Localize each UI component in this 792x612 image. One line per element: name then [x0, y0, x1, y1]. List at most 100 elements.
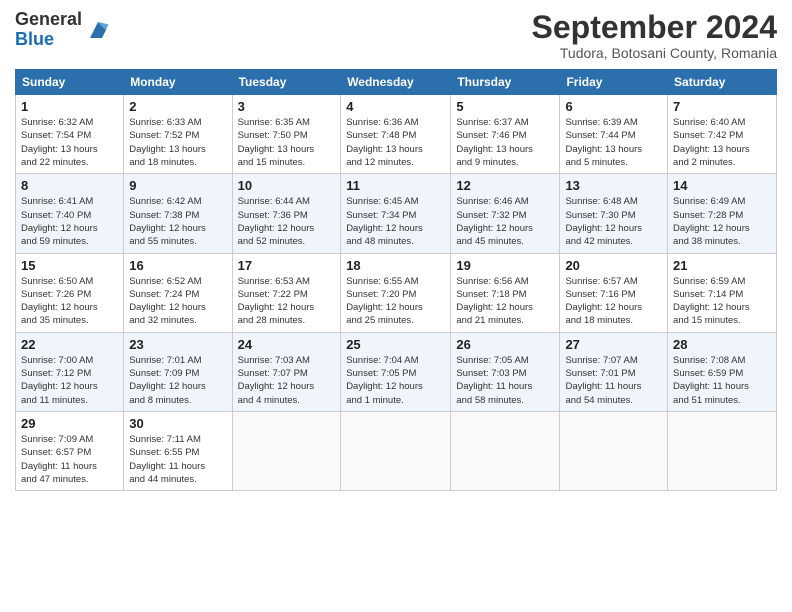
day-number: 20 — [565, 258, 662, 273]
calendar-cell: 15Sunrise: 6:50 AM Sunset: 7:26 PM Dayli… — [16, 253, 124, 332]
day-number: 13 — [565, 178, 662, 193]
day-info: Sunrise: 7:04 AM Sunset: 7:05 PM Dayligh… — [346, 354, 445, 407]
page-container: General Blue September 2024 Tudora, Boto… — [0, 0, 792, 496]
calendar-cell: 16 Sunrise: 6:52 AM Sunset: 7:24 PM Dayli… — [124, 253, 232, 332]
day-number: 17 — [238, 258, 336, 273]
day-info: Sunrise: 6:40 AM Sunset: 7:42 PM Dayligh… — [673, 116, 771, 169]
day-info: Sunrise: 7:00 AM Sunset: 7:12 PM Dayligh… — [21, 354, 118, 407]
day-info: Sunrise: 6:53 AM Sunset: 7:22 PM Dayligh… — [238, 275, 336, 328]
day-info: Sunrise: 7:11 AM Sunset: 6:55 PM Dayligh… — [129, 433, 226, 486]
calendar-cell: 27 Sunrise: 7:07 AM Sunset: 7:01 PM Dayli… — [560, 332, 668, 411]
calendar-cell: 10Sunrise: 6:44 AM Sunset: 7:36 PM Dayli… — [232, 174, 341, 253]
day-info: Sunrise: 6:36 AM Sunset: 7:48 PM Dayligh… — [346, 116, 445, 169]
day-number: 26 — [456, 337, 554, 352]
location: Tudora, Botosani County, Romania — [532, 45, 777, 61]
calendar-cell: 20 Sunrise: 6:57 AM Sunset: 7:16 PM Dayli… — [560, 253, 668, 332]
logo-icon — [86, 18, 110, 42]
calendar-cell: 22 Sunrise: 7:00 AM Sunset: 7:12 PM Dayli… — [16, 332, 124, 411]
day-info: Sunrise: 6:45 AM Sunset: 7:34 PM Dayligh… — [346, 195, 445, 248]
calendar-cell: 19Sunrise: 6:56 AM Sunset: 7:18 PM Dayli… — [451, 253, 560, 332]
day-info: Sunrise: 6:44 AM Sunset: 7:36 PM Dayligh… — [238, 195, 336, 248]
calendar-week-row: 22 Sunrise: 7:00 AM Sunset: 7:12 PM Dayli… — [16, 332, 777, 411]
day-info: Sunrise: 6:55 AM Sunset: 7:20 PM Dayligh… — [346, 275, 445, 328]
calendar-cell: 12 Sunrise: 6:46 AM Sunset: 7:32 PM Dayli… — [451, 174, 560, 253]
day-number: 14 — [673, 178, 771, 193]
day-number: 7 — [673, 99, 771, 114]
logo-general: General — [15, 9, 82, 29]
day-info: Sunrise: 7:09 AM Sunset: 6:57 PM Dayligh… — [21, 433, 118, 486]
calendar-cell: 5Sunrise: 6:37 AM Sunset: 7:46 PM Daylig… — [451, 95, 560, 174]
logo-blue: Blue — [15, 29, 54, 49]
calendar-cell: 9 Sunrise: 6:42 AM Sunset: 7:38 PM Daylig… — [124, 174, 232, 253]
calendar-table: SundayMondayTuesdayWednesdayThursdayFrid… — [15, 69, 777, 491]
calendar-week-row: 29 Sunrise: 7:09 AM Sunset: 6:57 PM Dayli… — [16, 411, 777, 490]
calendar-cell: 17 Sunrise: 6:53 AM Sunset: 7:22 PM Dayli… — [232, 253, 341, 332]
day-number: 19 — [456, 258, 554, 273]
day-info: Sunrise: 6:39 AM Sunset: 7:44 PM Dayligh… — [565, 116, 662, 169]
day-info: Sunrise: 6:41 AM Sunset: 7:40 PM Dayligh… — [21, 195, 118, 248]
calendar-day-header: Sunday — [16, 70, 124, 95]
title-section: September 2024 Tudora, Botosani County, … — [532, 10, 777, 61]
day-info: Sunrise: 7:08 AM Sunset: 6:59 PM Dayligh… — [673, 354, 771, 407]
day-number: 1 — [21, 99, 118, 114]
calendar-week-row: 8 Sunrise: 6:41 AM Sunset: 7:40 PM Daylig… — [16, 174, 777, 253]
day-info: Sunrise: 7:03 AM Sunset: 7:07 PM Dayligh… — [238, 354, 336, 407]
day-number: 18 — [346, 258, 445, 273]
day-info: Sunrise: 7:07 AM Sunset: 7:01 PM Dayligh… — [565, 354, 662, 407]
calendar-cell: 13 Sunrise: 6:48 AM Sunset: 7:30 PM Dayli… — [560, 174, 668, 253]
day-number: 22 — [21, 337, 118, 352]
day-number: 30 — [129, 416, 226, 431]
calendar-cell — [668, 411, 777, 490]
calendar-cell: 24 Sunrise: 7:03 AM Sunset: 7:07 PM Dayli… — [232, 332, 341, 411]
day-number: 3 — [238, 99, 336, 114]
day-info: Sunrise: 6:57 AM Sunset: 7:16 PM Dayligh… — [565, 275, 662, 328]
day-number: 21 — [673, 258, 771, 273]
calendar-week-row: 1Sunrise: 6:32 AM Sunset: 7:54 PM Daylig… — [16, 95, 777, 174]
day-number: 8 — [21, 178, 118, 193]
day-info: Sunrise: 6:35 AM Sunset: 7:50 PM Dayligh… — [238, 116, 336, 169]
calendar-cell: 29 Sunrise: 7:09 AM Sunset: 6:57 PM Dayli… — [16, 411, 124, 490]
day-number: 28 — [673, 337, 771, 352]
calendar-cell: 26Sunrise: 7:05 AM Sunset: 7:03 PM Dayli… — [451, 332, 560, 411]
day-info: Sunrise: 6:59 AM Sunset: 7:14 PM Dayligh… — [673, 275, 771, 328]
day-info: Sunrise: 6:37 AM Sunset: 7:46 PM Dayligh… — [456, 116, 554, 169]
logo: General Blue — [15, 10, 110, 50]
day-info: Sunrise: 6:33 AM Sunset: 7:52 PM Dayligh… — [129, 116, 226, 169]
day-number: 27 — [565, 337, 662, 352]
day-number: 2 — [129, 99, 226, 114]
calendar-cell: 1Sunrise: 6:32 AM Sunset: 7:54 PM Daylig… — [16, 95, 124, 174]
calendar-cell: 2 Sunrise: 6:33 AM Sunset: 7:52 PM Daylig… — [124, 95, 232, 174]
logo-text: General Blue — [15, 10, 82, 50]
calendar-cell: 3 Sunrise: 6:35 AM Sunset: 7:50 PM Daylig… — [232, 95, 341, 174]
day-number: 11 — [346, 178, 445, 193]
day-number: 29 — [21, 416, 118, 431]
calendar-cell: 4Sunrise: 6:36 AM Sunset: 7:48 PM Daylig… — [341, 95, 451, 174]
calendar-cell — [560, 411, 668, 490]
day-number: 9 — [129, 178, 226, 193]
calendar-day-header: Tuesday — [232, 70, 341, 95]
calendar-day-header: Wednesday — [341, 70, 451, 95]
calendar-cell: 28 Sunrise: 7:08 AM Sunset: 6:59 PM Dayli… — [668, 332, 777, 411]
calendar-cell: 30 Sunrise: 7:11 AM Sunset: 6:55 PM Dayli… — [124, 411, 232, 490]
day-info: Sunrise: 6:52 AM Sunset: 7:24 PM Dayligh… — [129, 275, 226, 328]
calendar-day-header: Saturday — [668, 70, 777, 95]
calendar-day-header: Thursday — [451, 70, 560, 95]
day-number: 23 — [129, 337, 226, 352]
day-info: Sunrise: 7:01 AM Sunset: 7:09 PM Dayligh… — [129, 354, 226, 407]
day-number: 12 — [456, 178, 554, 193]
calendar-day-header: Monday — [124, 70, 232, 95]
day-info: Sunrise: 6:48 AM Sunset: 7:30 PM Dayligh… — [565, 195, 662, 248]
day-number: 16 — [129, 258, 226, 273]
calendar-day-header: Friday — [560, 70, 668, 95]
day-info: Sunrise: 6:49 AM Sunset: 7:28 PM Dayligh… — [673, 195, 771, 248]
day-info: Sunrise: 6:46 AM Sunset: 7:32 PM Dayligh… — [456, 195, 554, 248]
calendar-cell: 8 Sunrise: 6:41 AM Sunset: 7:40 PM Daylig… — [16, 174, 124, 253]
calendar-header-row: SundayMondayTuesdayWednesdayThursdayFrid… — [16, 70, 777, 95]
day-info: Sunrise: 6:42 AM Sunset: 7:38 PM Dayligh… — [129, 195, 226, 248]
calendar-cell: 6Sunrise: 6:39 AM Sunset: 7:44 PM Daylig… — [560, 95, 668, 174]
calendar-cell: 14 Sunrise: 6:49 AM Sunset: 7:28 PM Dayli… — [668, 174, 777, 253]
day-number: 15 — [21, 258, 118, 273]
calendar-cell — [341, 411, 451, 490]
day-number: 24 — [238, 337, 336, 352]
calendar-week-row: 15Sunrise: 6:50 AM Sunset: 7:26 PM Dayli… — [16, 253, 777, 332]
